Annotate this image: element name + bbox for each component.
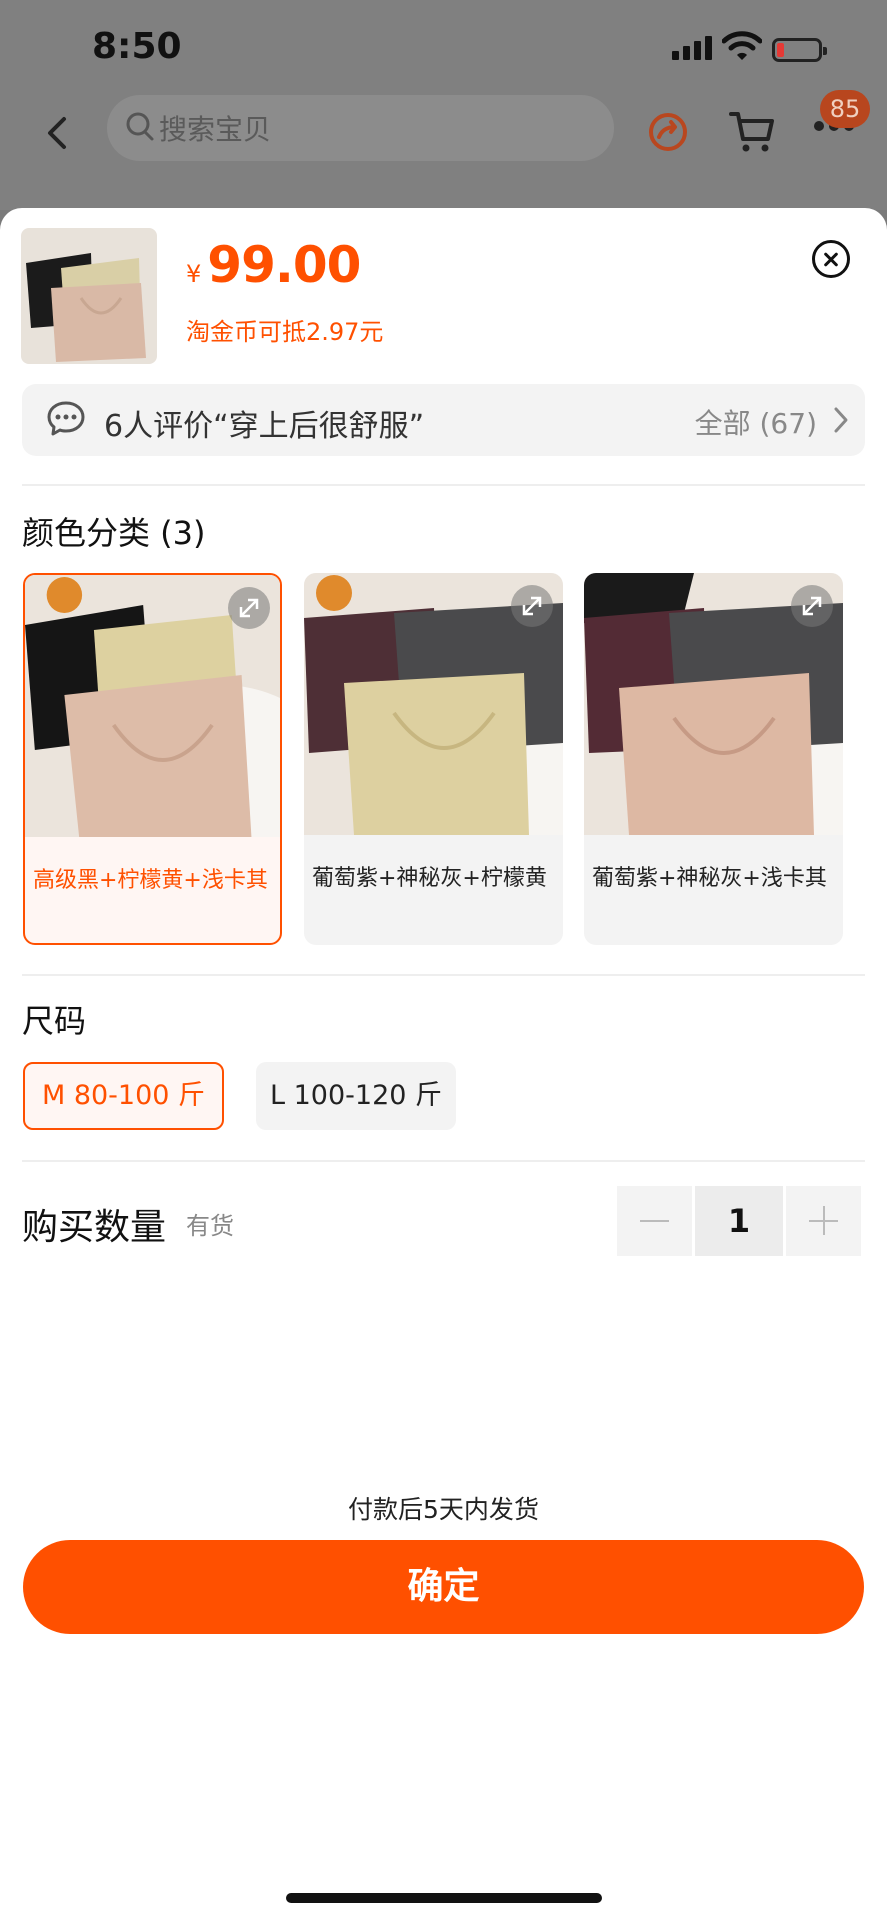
color-option-label: 葡萄紫+神秘灰+浅卡其 <box>592 866 827 891</box>
plus-button[interactable] <box>786 1186 861 1256</box>
review-all-link[interactable]: 全部 (67) <box>695 402 817 442</box>
color-section-title: 颜色分类 (3) <box>22 514 206 552</box>
chat-icon <box>47 401 85 436</box>
color-option-label: 葡萄紫+神秘灰+柠檬黄 <box>312 866 547 891</box>
price: ¥ 99.00 <box>186 236 361 294</box>
minus-icon <box>640 1220 669 1222</box>
chevron-right-icon <box>834 407 848 433</box>
notification-badge: 85 <box>820 90 870 128</box>
stock-status: 有货 <box>186 1212 234 1240</box>
close-icon[interactable] <box>812 240 850 278</box>
price-value: 99.00 <box>207 236 361 294</box>
review-summary-bar[interactable]: 6人评价“穿上后很舒服” 全部 (67) <box>22 384 865 456</box>
coin-discount-note: 淘金币可抵2.97元 <box>186 318 384 346</box>
quantity-title: 购买数量 <box>22 1207 167 1248</box>
status-bar: 8:50 <box>0 0 887 100</box>
cart-icon[interactable] <box>728 109 776 155</box>
review-summary-text: 6人评价“穿上后很舒服” <box>104 409 425 444</box>
size-section-title: 尺码 <box>22 1002 87 1040</box>
wifi-icon <box>722 31 762 60</box>
status-time: 8:50 <box>92 26 182 67</box>
divider <box>22 484 865 486</box>
home-indicator <box>286 1893 602 1903</box>
color-option-label: 高级黑+柠檬黄+浅卡其 <box>33 868 268 893</box>
search-input[interactable]: 搜索宝贝 <box>107 95 614 161</box>
quantity-stepper: 1 <box>617 1186 863 1256</box>
size-option-m[interactable]: M 80-100 斤 <box>23 1062 224 1130</box>
background-page: 8:50 搜索宝贝 85 <box>0 0 887 210</box>
confirm-button[interactable]: 确定 <box>23 1540 864 1634</box>
divider <box>22 1160 865 1162</box>
divider <box>22 974 865 976</box>
shipping-note: 付款后5天内发货 <box>348 1495 539 1524</box>
size-option-l[interactable]: L 100-120 斤 <box>256 1062 456 1130</box>
search-icon <box>126 112 154 141</box>
minus-button[interactable] <box>617 1186 692 1256</box>
expand-icon[interactable] <box>791 585 833 627</box>
color-option[interactable]: 葡萄紫+神秘灰+浅卡其 <box>584 573 843 945</box>
signal-icon <box>672 36 712 60</box>
color-option[interactable]: 高级黑+柠檬黄+浅卡其 <box>23 573 282 945</box>
back-icon[interactable] <box>38 113 78 153</box>
expand-icon[interactable] <box>228 587 270 629</box>
share-icon[interactable] <box>645 109 691 155</box>
top-nav: 搜索宝贝 <box>0 95 887 175</box>
sku-sheet: ¥ 99.00 淘金币可抵2.97元 6人评价“穿上后很舒服” 全部 (67) … <box>0 208 887 1920</box>
color-option[interactable]: 葡萄紫+神秘灰+柠檬黄 <box>304 573 563 945</box>
search-placeholder: 搜索宝贝 <box>159 113 272 146</box>
quantity-value[interactable]: 1 <box>695 1186 783 1256</box>
expand-icon[interactable] <box>511 585 553 627</box>
product-thumbnail[interactable] <box>21 228 157 364</box>
currency-symbol: ¥ <box>186 260 202 288</box>
battery-icon <box>772 38 827 62</box>
